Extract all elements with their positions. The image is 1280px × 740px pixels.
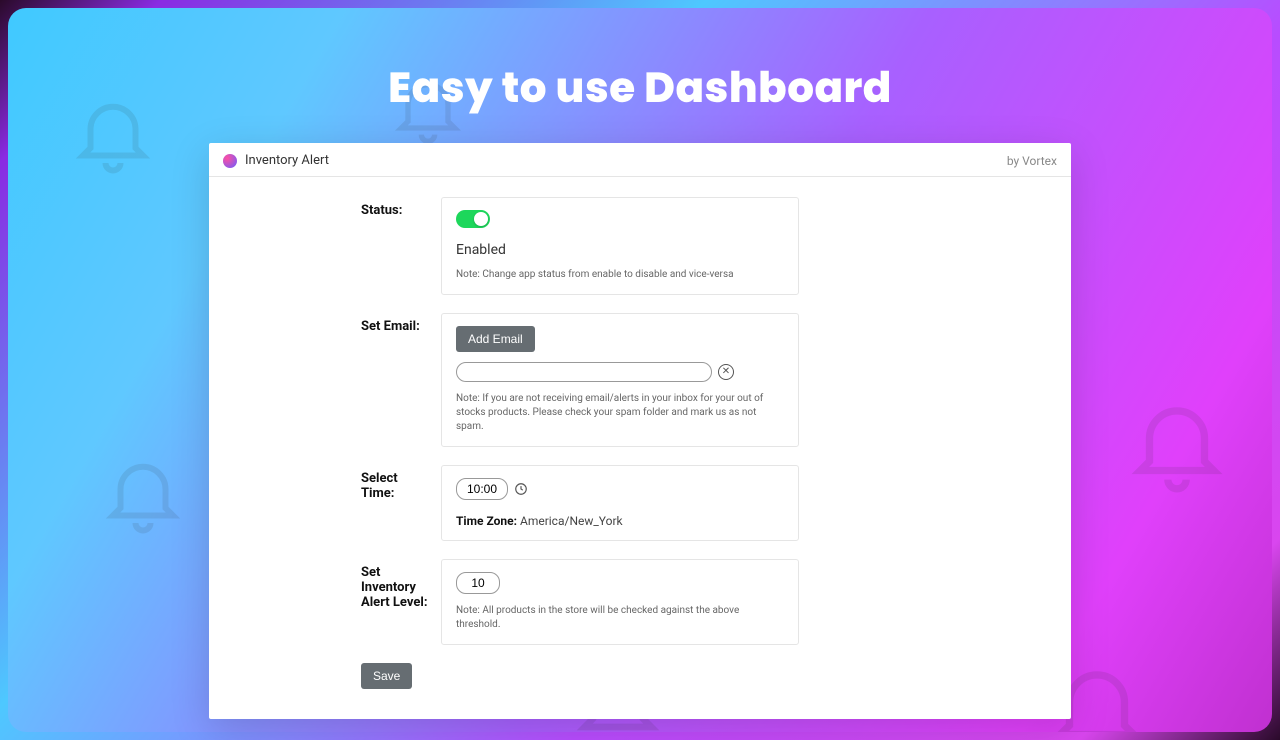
timezone-label: Time Zone: [456, 514, 517, 528]
app-name: Inventory Alert [245, 153, 329, 168]
status-note: Note: Change app status from enable to d… [456, 268, 784, 282]
time-input[interactable] [456, 478, 508, 500]
dashboard-card: Inventory Alert by Vortex Status: Enable… [209, 143, 1071, 719]
status-label: Status: [233, 197, 433, 218]
time-label: Select Time: [233, 465, 433, 501]
clock-icon [514, 482, 528, 496]
status-toggle[interactable] [456, 210, 490, 228]
inventory-label: Set Inventory Alert Level: [233, 559, 433, 610]
email-note: Note: If you are not receiving email/ale… [456, 392, 784, 434]
timezone-value: America/New_York [520, 514, 623, 528]
inventory-note: Note: All products in the store will be … [456, 604, 784, 632]
inventory-level-input[interactable] [456, 572, 500, 594]
status-enabled-text: Enabled [456, 242, 784, 258]
card-header: Inventory Alert by Vortex [209, 143, 1071, 177]
email-label: Set Email: [233, 313, 433, 334]
page-title: Easy to use Dashboard [0, 0, 1280, 119]
email-field[interactable] [456, 362, 712, 382]
save-button[interactable]: Save [361, 663, 412, 689]
app-logo-icon [223, 154, 237, 168]
add-email-button[interactable]: Add Email [456, 326, 535, 352]
remove-email-icon[interactable]: ✕ [718, 364, 734, 380]
vendor-label: by Vortex [1007, 154, 1057, 168]
